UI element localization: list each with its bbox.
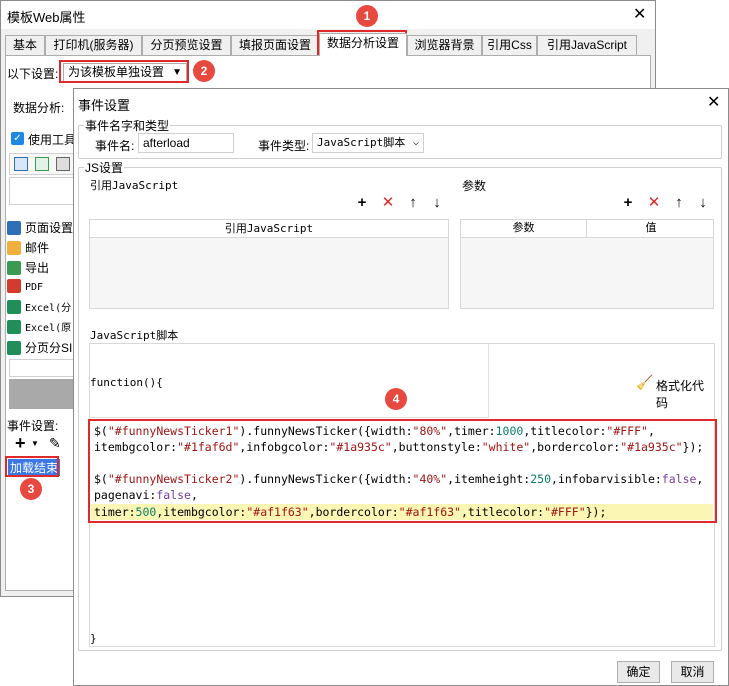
toolbar-preview-area	[9, 177, 75, 205]
cancel-button[interactable]: 取消	[671, 661, 714, 683]
chevron-down-icon: ⌵	[412, 137, 419, 148]
javascript-code-editor[interactable]: function(){ 🧹 格式化代码 $("#funnyNewsTicker1…	[89, 343, 715, 647]
list-item[interactable]: 导出	[7, 259, 77, 277]
delete-icon[interactable]: ✕	[380, 195, 396, 211]
settings-label: 以下设置:	[7, 67, 59, 81]
excel-icon	[7, 341, 21, 355]
code-line-2: itembgcolor:"#1faf6d",infobgcolor:"#1a93…	[94, 440, 704, 454]
grid-icon[interactable]	[14, 157, 28, 171]
tab-data-analysis[interactable]: 数据分析设置	[319, 33, 407, 56]
step-badge-2: 2	[193, 60, 215, 82]
params-header-row: 参数 值	[461, 220, 713, 238]
window-titlebar: 模板Web属性 ✕	[1, 1, 655, 29]
step-badge-4: 4	[385, 388, 407, 410]
list-item-label: 导出	[25, 261, 50, 275]
tab-fill-page[interactable]: 填报页面设置	[231, 35, 319, 55]
page-setup-icon	[7, 221, 21, 235]
excel-icon	[7, 300, 21, 314]
add-icon[interactable]: +	[620, 195, 636, 211]
list-item[interactable]: 邮件	[7, 239, 77, 257]
step-badge-1: 1	[356, 5, 378, 27]
event-name-label: 事件名:	[95, 139, 135, 153]
tab-printer[interactable]: 打印机(服务器)	[45, 35, 142, 55]
print-icon[interactable]	[56, 157, 70, 171]
list-item-label: 页面设置	[25, 221, 74, 235]
data-analysis-label: 数据分析:	[13, 101, 65, 115]
list-item-label: Excel(原	[25, 323, 72, 334]
edit-icon[interactable]: ✎	[49, 435, 61, 452]
list-spacer	[9, 359, 75, 377]
event-settings-label: 事件设置:	[7, 419, 59, 433]
event-name-input[interactable]: afterload	[138, 133, 234, 153]
arrow-down-icon[interactable]: ↓	[429, 195, 445, 211]
mail-icon	[7, 241, 21, 255]
format-code-button[interactable]: 格式化代码	[656, 377, 714, 411]
ref-javascript-column-header: 引用JavaScript	[90, 220, 448, 238]
event-name-type-group-label: 事件名字和类型	[84, 117, 171, 134]
close-icon[interactable]: ✕	[633, 7, 646, 23]
ok-button[interactable]: 确定	[617, 661, 660, 683]
close-icon[interactable]: ✕	[707, 95, 720, 111]
list-item[interactable]: Excel(原	[7, 319, 77, 337]
settings-scope-value: 为该模板单独设置	[68, 65, 165, 79]
settings-scope-select[interactable]: 为该模板单独设置 ▼	[63, 63, 187, 82]
preview-icon[interactable]	[35, 157, 49, 171]
params-label: 参数	[462, 179, 487, 193]
add-icon[interactable]: +	[354, 195, 370, 211]
ref-javascript-label: 引用JavaScript	[90, 179, 179, 192]
list-item-label: PDF	[25, 282, 44, 293]
event-list: 加载结束	[7, 457, 75, 477]
javascript-script-label: JavaScript脚本	[90, 329, 179, 342]
event-settings-dialog: 事件设置 ✕ 事件名字和类型 事件名: afterload 事件类型: Java…	[73, 88, 729, 686]
list-item-label: 分页分SI	[25, 341, 73, 355]
params-column-name: 参数	[461, 220, 587, 237]
chevron-down-icon: ▼	[172, 67, 182, 78]
code-line-5: timer:500,itembgcolor:"#af1f63",borderco…	[94, 505, 607, 519]
scroll-area[interactable]	[9, 379, 75, 409]
js-settings-group-label: JS设置	[84, 159, 125, 176]
code-line-4: pagenavi:false,	[94, 488, 198, 502]
toolbar-button-strip	[9, 153, 75, 175]
use-toolbar-label: 使用工具	[28, 133, 77, 147]
code-line-1: $("#funnyNewsTicker1").funnyNewsTicker({…	[94, 424, 655, 438]
event-type-label: 事件类型:	[258, 139, 310, 153]
tab-browser-bg[interactable]: 浏览器背景	[407, 35, 482, 55]
arrow-down-icon[interactable]: ↓	[695, 195, 711, 211]
list-item[interactable]: 分页分SI	[7, 339, 77, 357]
tab-ref-css[interactable]: 引用Css	[482, 35, 537, 55]
event-item-afterload[interactable]: 加载结束	[8, 459, 61, 476]
tab-basic[interactable]: 基本	[5, 35, 45, 55]
list-item[interactable]: 页面设置	[7, 219, 77, 237]
pdf-icon	[7, 279, 21, 293]
event-type-select[interactable]: JavaScript脚本 ⌵	[312, 133, 424, 153]
step-badge-3: 3	[20, 478, 42, 500]
function-close: }	[90, 632, 97, 645]
export-icon	[7, 261, 21, 275]
window-title: 模板Web属性	[7, 10, 86, 25]
list-item[interactable]: PDF	[7, 279, 77, 297]
arrow-up-icon[interactable]: ↑	[405, 195, 421, 211]
add-event-icon[interactable]: +	[15, 433, 26, 454]
tab-ref-javascript[interactable]: 引用JavaScript	[537, 35, 637, 55]
code-line-3: $("#funnyNewsTicker2").funnyNewsTicker({…	[94, 472, 704, 486]
params-table[interactable]: 参数 值	[460, 219, 714, 309]
function-open: function(){	[90, 376, 163, 389]
use-toolbar-checkbox[interactable]: ✓	[11, 132, 24, 145]
list-item-label: 邮件	[25, 241, 50, 255]
arrow-up-icon[interactable]: ↑	[671, 195, 687, 211]
dialog-title: 事件设置	[78, 98, 131, 113]
broom-icon[interactable]: 🧹	[636, 374, 653, 391]
event-type-value: JavaScript脚本	[317, 136, 406, 149]
chevron-down-icon[interactable]: ▼	[31, 439, 39, 448]
tab-page-preview[interactable]: 分页预览设置	[142, 35, 231, 55]
ref-javascript-table[interactable]: 引用JavaScript	[89, 219, 449, 309]
list-item[interactable]: Excel(分	[7, 299, 77, 317]
params-column-value: 值	[645, 222, 657, 234]
excel-icon	[7, 320, 21, 334]
list-item-label: Excel(分	[25, 303, 72, 314]
delete-icon[interactable]: ✕	[646, 195, 662, 211]
